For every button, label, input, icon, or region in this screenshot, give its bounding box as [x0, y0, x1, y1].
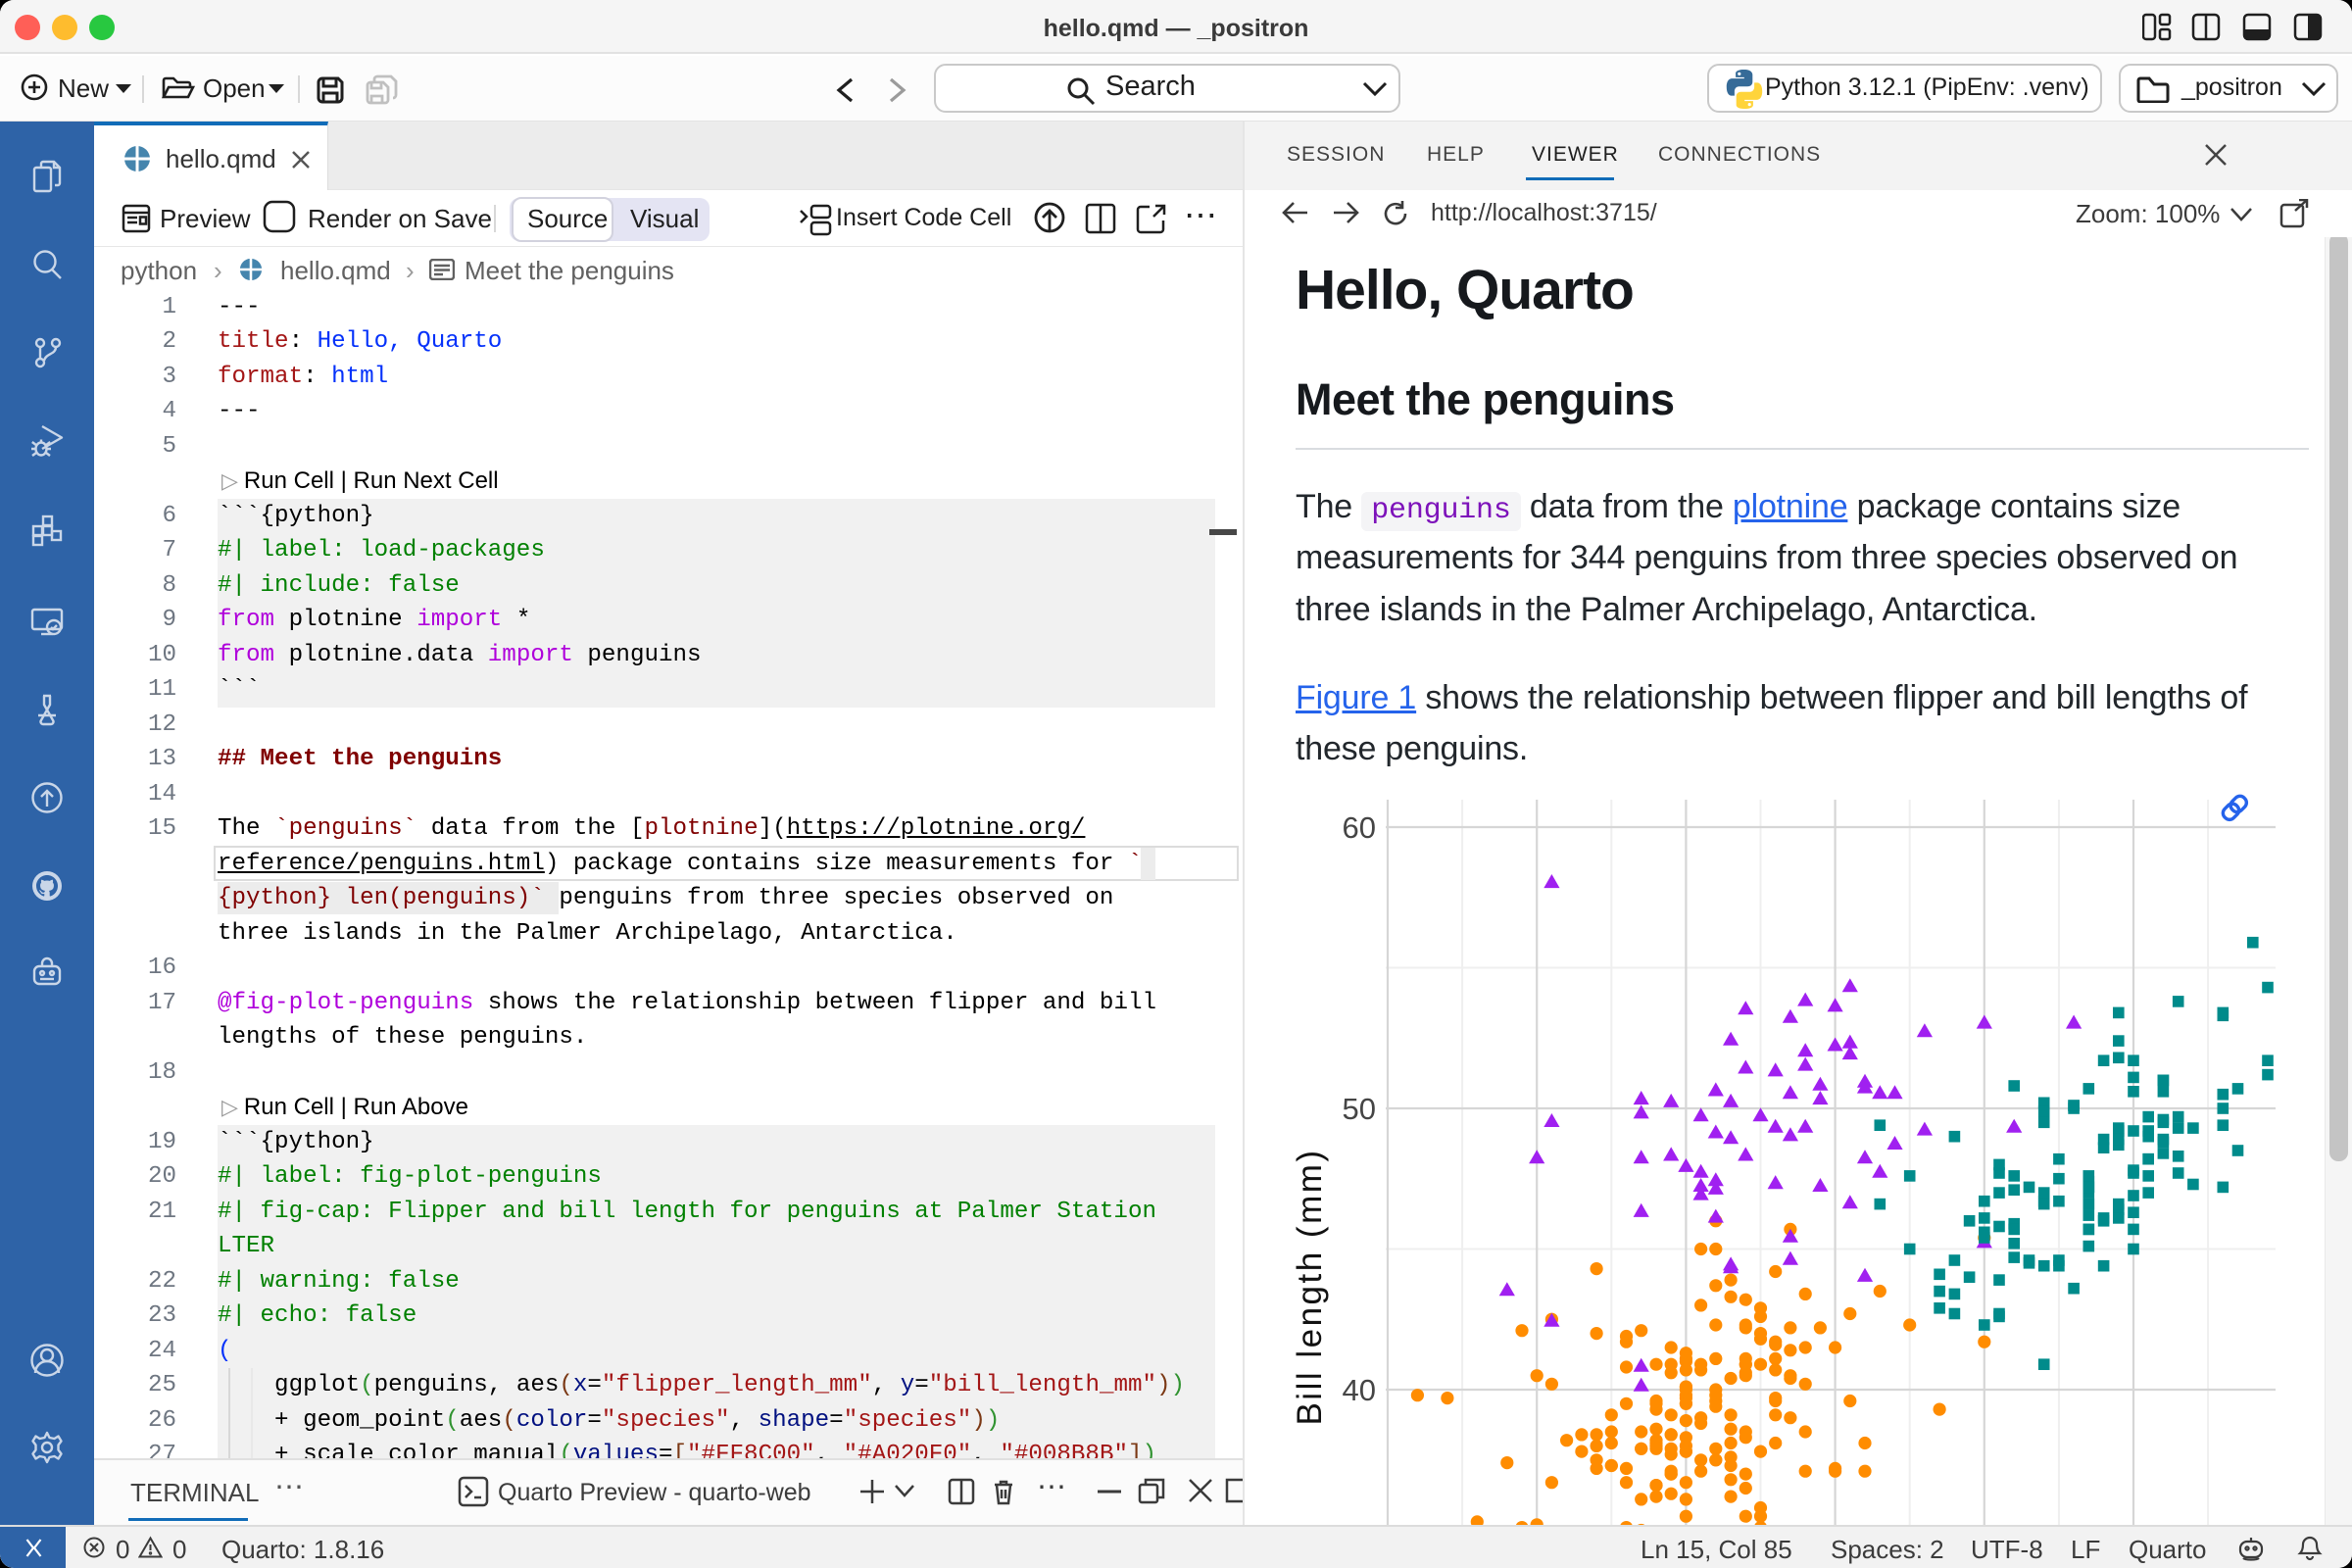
svg-text:60: 60	[1343, 810, 1376, 845]
svg-text:50: 50	[1343, 1092, 1376, 1126]
svg-text:40: 40	[1343, 1373, 1376, 1407]
svg-text:Bill length (mm): Bill length (mm)	[1291, 1148, 1329, 1425]
